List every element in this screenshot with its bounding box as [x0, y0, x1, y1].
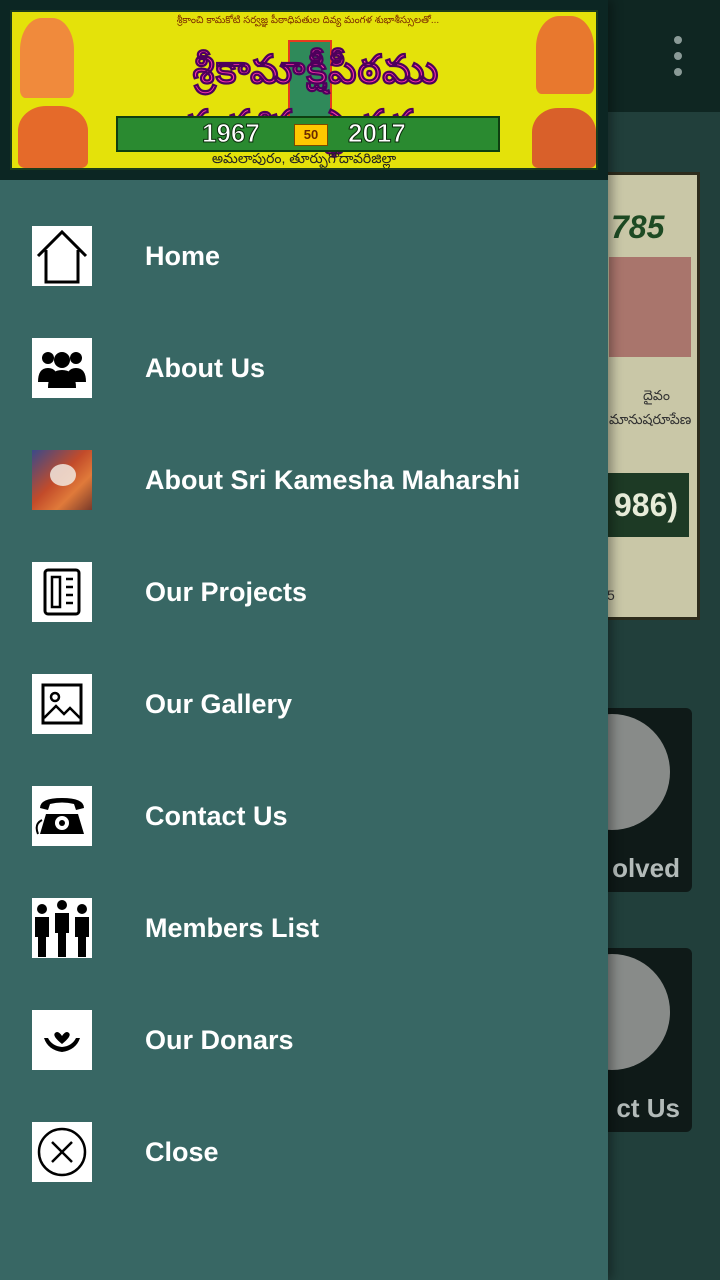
navigation-drawer: శ్రీకాంచి కామకోటి సర్వజ్ఞ పీఠాధిపతుల దివ… — [0, 0, 608, 1280]
gallery-icon — [32, 674, 92, 734]
telephone-icon — [32, 786, 92, 846]
menu-item-contact-us[interactable]: Contact Us — [0, 760, 608, 872]
menu-item-our-gallery[interactable]: Our Gallery — [0, 648, 608, 760]
drawer-header: శ్రీకాంచి కామకోటి సర్వజ్ఞ పీఠాధిపతుల దివ… — [0, 0, 608, 180]
banner-place: అమలాపురం, తూర్పుగోదావరిజిల్లా — [211, 150, 397, 166]
menu-item-about-us[interactable]: About Us — [0, 312, 608, 424]
menu-item-label: Contact Us — [145, 801, 288, 831]
donation-hands-icon — [32, 1010, 92, 1070]
tile-label: olved — [612, 853, 680, 883]
header-banner-image: శ్రీకాంచి కామకోటి సర్వజ్ఞ పీఠాధిపతుల దివ… — [10, 10, 598, 170]
menu-item-members-list[interactable]: Members List — [0, 872, 608, 984]
poster-footer-number: 5 — [607, 587, 615, 603]
menu-item-close[interactable]: Close — [0, 1096, 608, 1208]
menu-item-home[interactable]: Home — [0, 200, 608, 312]
poster-telugu-phrase: మానుషరూపేణ — [609, 411, 692, 427]
contact-us-tile[interactable]: ct Us — [600, 948, 692, 1132]
telephone-icon — [600, 954, 670, 1070]
poster-year-badge: 986) — [603, 473, 689, 537]
menu-item-our-projects[interactable]: Our Projects — [0, 536, 608, 648]
menu-item-label: About Sri Kamesha Maharshi — [145, 465, 521, 495]
projects-icon — [32, 562, 92, 622]
poster-number: 785 — [611, 209, 665, 245]
menu-item-label: Home — [145, 241, 221, 271]
menu-item-label: About Us — [145, 353, 265, 383]
background-poster: 785 దైవం మానుషరూపేణ 986) 5 — [600, 172, 700, 620]
menu-item-our-donars[interactable]: Our Donars — [0, 984, 608, 1096]
menu-item-label: Close — [145, 1137, 219, 1167]
portrait-photo-icon — [32, 450, 92, 510]
menu-item-label: Members List — [145, 913, 320, 943]
menu-item-label: Our Gallery — [145, 689, 293, 719]
drawer-menu: Home About Us About Sri Kamesha Maharshi — [0, 200, 608, 1208]
banner-top-line: శ్రీకాంచి కామకోటి సర్వజ్ఞ పీఠాధిపతుల దివ… — [176, 15, 440, 26]
tile-label: ct Us — [616, 1093, 680, 1123]
menu-item-label: Our Donars — [145, 1025, 294, 1055]
menu-item-about-sri-kamesha-maharshi[interactable]: About Sri Kamesha Maharshi — [0, 424, 608, 536]
saint-image — [20, 18, 74, 98]
poster-telugu-word: దైవం — [643, 387, 670, 403]
banner-year-end: 2017 — [348, 118, 407, 149]
banner-year-start: 1967 — [202, 118, 261, 149]
poster-photo — [609, 257, 691, 357]
home-icon — [32, 226, 92, 286]
overflow-menu-icon[interactable] — [666, 36, 690, 76]
menu-item-label: Our Projects — [145, 577, 308, 607]
group-icon — [32, 338, 92, 398]
hand-icon — [600, 714, 670, 830]
get-involved-tile[interactable]: olved — [600, 708, 692, 892]
banner-anniversary-badge: 50 — [294, 124, 328, 146]
close-circle-icon — [32, 1122, 92, 1182]
members-icon — [32, 898, 92, 958]
